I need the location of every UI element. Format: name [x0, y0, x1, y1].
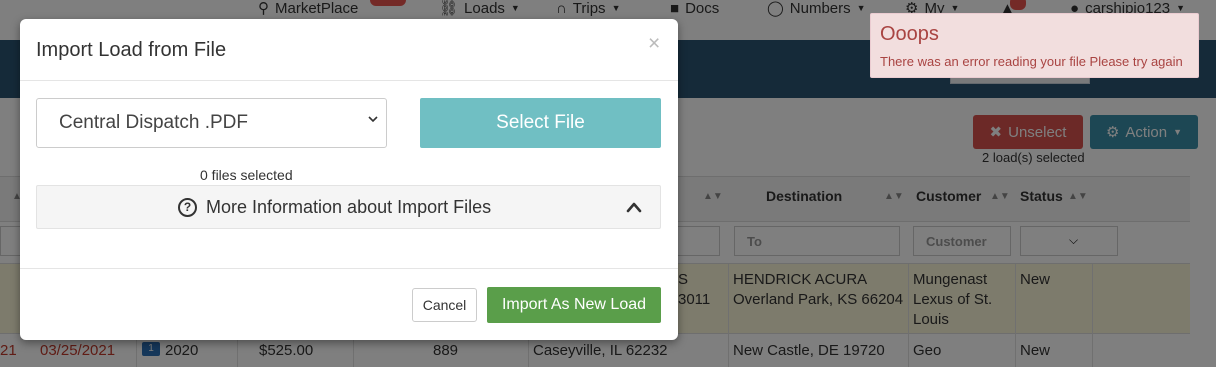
chevron-down-icon: [368, 115, 378, 130]
error-toast[interactable]: Ooops There was an error reading your fi…: [870, 13, 1199, 78]
import-as-new-load-button[interactable]: Import As New Load: [487, 287, 661, 323]
close-icon[interactable]: ×: [648, 33, 660, 55]
cancel-button[interactable]: Cancel: [412, 288, 477, 322]
files-selected-text: 0 files selected: [200, 167, 293, 183]
import-info-toggle[interactable]: ? More Information about Import Files: [36, 185, 661, 229]
dialog-header: Import Load from File ×: [20, 19, 678, 81]
toast-title: Ooops: [880, 23, 939, 45]
import-load-dialog: Import Load from File × Central Dispatch…: [20, 19, 678, 340]
chevron-up-icon: [625, 198, 643, 216]
import-info-label: More Information about Import Files: [206, 197, 492, 217]
file-format-value: Central Dispatch .PDF: [59, 112, 249, 133]
select-file-button[interactable]: Select File: [420, 98, 661, 148]
file-format-select[interactable]: Central Dispatch .PDF: [36, 98, 387, 148]
dialog-title: Import Load from File: [36, 39, 227, 61]
question-circle-icon: ?: [178, 198, 197, 217]
toast-message: There was an error reading your file Ple…: [880, 54, 1183, 69]
